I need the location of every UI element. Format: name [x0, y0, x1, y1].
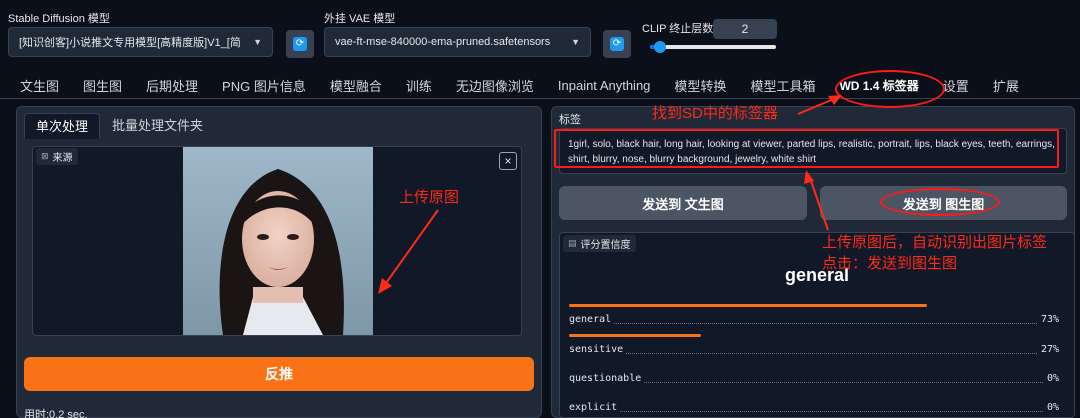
- annotation-arrow-tagger: [797, 95, 842, 115]
- annotation-circle-img2img: [880, 188, 1000, 216]
- annotation-auto-tag-line2: 点击：发送到图生图: [822, 255, 958, 272]
- chevron-down-icon: ▼: [253, 37, 262, 47]
- rating-value: 0%: [1043, 373, 1059, 384]
- sd-model-label: Stable Diffusion 模型: [8, 13, 110, 25]
- sd-model-select[interactable]: [知识创客]小说推文专用模型[高精度版]V1_[简 ▼: [8, 27, 273, 57]
- refresh-icon: ⟳: [610, 37, 624, 51]
- rating-leader: [569, 323, 1059, 324]
- sd-model-value: [知识创客]小说推文专用模型[高精度版]V1_[简: [19, 37, 241, 49]
- rating-row: sensitive 27%: [569, 334, 1059, 360]
- annotation-box-tags: [554, 129, 1059, 168]
- rating-value: 27%: [1037, 344, 1059, 355]
- tab-batch-folder[interactable]: 批量处理文件夹: [112, 113, 203, 139]
- tab-item[interactable]: 模型转换: [662, 76, 738, 95]
- tab-item[interactable]: 无边图像浏览: [444, 76, 546, 95]
- annotation-arrow-autotag: [804, 170, 829, 231]
- rating-name: general: [569, 314, 615, 325]
- tab-item[interactable]: 训练: [394, 76, 444, 95]
- clip-slider-track[interactable]: [650, 41, 776, 53]
- rating-row: questionable 0%: [569, 367, 1059, 389]
- tab-item[interactable]: 扩展: [981, 76, 1031, 95]
- clip-slider-thumb[interactable]: [654, 41, 667, 53]
- vae-select[interactable]: vae-ft-mse-840000-ema-pruned.safetensors…: [324, 27, 591, 57]
- chevron-down-icon: ▼: [571, 37, 580, 47]
- send-to-txt2img-button[interactable]: 发送到 文生图: [559, 186, 807, 220]
- vae-value: vae-ft-mse-840000-ema-pruned.safetensors: [335, 36, 551, 48]
- rating-row: explicit 0%: [569, 396, 1059, 418]
- rating-bar: [569, 304, 927, 307]
- rating-value: 73%: [1037, 314, 1059, 325]
- annotation-arrow-upload: [378, 209, 439, 294]
- annotation-find-tagger: 找到SD中的标签器: [652, 105, 778, 122]
- rating-leader: [569, 353, 1059, 354]
- rating-leader: [569, 411, 1059, 412]
- annotation-circle-tagger-tab: [835, 70, 945, 108]
- rating-badge: ▤ 评分置信度: [563, 235, 636, 252]
- tab-single-process[interactable]: 单次处理: [24, 113, 100, 139]
- clip-label: CLIP 终止层数: [642, 23, 714, 35]
- tab-item[interactable]: 图生图: [71, 76, 134, 95]
- source-badge: ⊠ 来源: [36, 148, 78, 165]
- rating-name: sensitive: [569, 344, 627, 355]
- rating-label: 评分置信度: [580, 240, 631, 251]
- rating-name: questionable: [569, 373, 645, 384]
- close-icon[interactable]: ×: [499, 152, 517, 170]
- tags-label: 标签: [559, 114, 581, 126]
- clip-value-input[interactable]: 2: [713, 19, 777, 39]
- refresh-vae-button[interactable]: ⟳: [603, 30, 631, 58]
- vae-label: 外挂 VAE 模型: [324, 13, 396, 25]
- image-icon: ⊠: [41, 151, 49, 161]
- rating-top-label: general: [784, 265, 850, 285]
- annotation-auto-tag-line1: 上传原图后，自动识别出图片标签: [822, 234, 1048, 251]
- refresh-icon: ⟳: [293, 37, 307, 51]
- tab-item[interactable]: 后期处理: [134, 76, 210, 95]
- rating-name: explicit: [569, 402, 621, 413]
- source-label: 来源: [52, 153, 73, 164]
- tab-item[interactable]: 文生图: [8, 76, 71, 95]
- elapsed-time: 用时:0.2 sec.: [24, 409, 88, 418]
- tab-item[interactable]: 模型融合: [318, 76, 394, 95]
- interrogate-button[interactable]: 反推: [24, 357, 534, 391]
- rating-value: 0%: [1043, 402, 1059, 413]
- refresh-models-button[interactable]: ⟳: [286, 30, 314, 58]
- rating-row: general 73%: [569, 304, 1059, 330]
- tab-item[interactable]: PNG 图片信息: [210, 76, 318, 95]
- uploaded-portrait-image: [183, 147, 373, 335]
- bar-chart-icon: ▤: [568, 238, 577, 248]
- rating-bar: [569, 334, 701, 337]
- tab-item[interactable]: Inpaint Anything: [546, 78, 663, 93]
